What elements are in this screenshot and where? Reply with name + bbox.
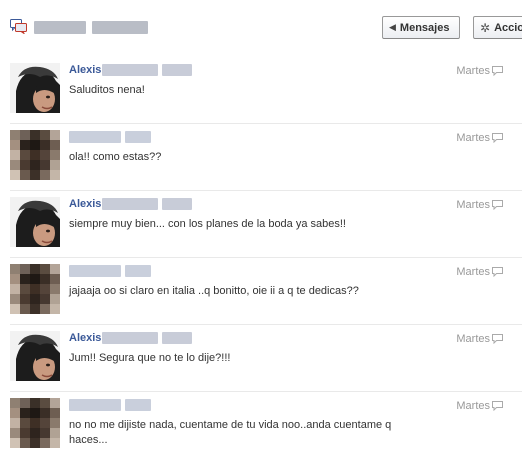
sender-surname-redacted	[162, 332, 193, 344]
sender-surname-redacted	[102, 198, 159, 210]
sender-surname-redacted	[102, 64, 159, 76]
message-item: ola!! como estas?? Martes	[0, 123, 522, 190]
back-to-messages-label: Mensajes	[399, 21, 450, 34]
messages-icon	[10, 19, 27, 35]
message-item: Alexis Jum!! Segura que no te lo dije?!!…	[0, 324, 522, 391]
sender-name-redacted[interactable]	[69, 265, 151, 277]
message-body: ola!! como estas??	[69, 151, 162, 163]
back-arrow-icon: ◀	[389, 22, 396, 32]
back-to-messages-button[interactable]: ◀ Mensajes	[382, 16, 460, 39]
message-divider	[10, 391, 522, 392]
sender-name-redacted[interactable]	[69, 399, 151, 411]
alexis-avatar[interactable]	[10, 63, 60, 113]
pixelated-avatar[interactable]	[10, 264, 60, 314]
conversation-header: ◀ Mensajes ✲ Acciones	[0, 0, 522, 56]
message-timestamp: Martes	[456, 400, 490, 412]
message-timestamp: Martes	[456, 65, 490, 77]
sender-name-redacted[interactable]	[69, 131, 151, 143]
actions-label: Acciones	[494, 21, 522, 34]
pixelated-avatar[interactable]	[10, 398, 60, 448]
reply-icon[interactable]	[492, 200, 503, 211]
message-divider	[10, 123, 522, 124]
message-timestamp: Martes	[456, 132, 490, 144]
message-divider	[10, 324, 522, 325]
sender-first-name[interactable]: Alexis	[69, 332, 101, 344]
sender-first-name[interactable]: Alexis	[69, 198, 101, 210]
sender-name[interactable]: Alexis	[69, 197, 193, 211]
sender-surname-redacted	[102, 332, 159, 344]
message-timestamp: Martes	[456, 266, 490, 278]
message-item: no no me dijiste nada, cuentame de tu vi…	[0, 391, 522, 458]
message-item: Alexis siempre muy bien... con los plane…	[0, 190, 522, 257]
conversation-participant-name-redacted	[34, 20, 148, 35]
message-body: siempre muy bien... con los planes de la…	[69, 218, 346, 230]
message-item: Alexis Saluditos nena! Martes	[0, 56, 522, 123]
message-timestamp: Martes	[456, 333, 490, 345]
sender-name[interactable]: Alexis	[69, 331, 193, 345]
alexis-avatar[interactable]	[10, 197, 60, 247]
sender-name[interactable]: Alexis	[69, 63, 193, 77]
reply-icon[interactable]	[492, 401, 503, 412]
pixelated-avatar[interactable]	[10, 130, 60, 180]
reply-icon[interactable]	[492, 267, 503, 278]
alexis-avatar[interactable]	[10, 331, 60, 381]
message-divider	[10, 257, 522, 258]
sender-first-name[interactable]: Alexis	[69, 64, 101, 76]
reply-icon[interactable]	[492, 66, 503, 77]
message-timestamp: Martes	[456, 199, 490, 211]
message-body: no no me dijiste nada, cuentame de tu vi…	[69, 419, 392, 446]
message-body: Saluditos nena!	[69, 84, 145, 96]
message-body: jajaaja oo si claro en italia ..q bonitt…	[69, 285, 359, 297]
message-divider	[10, 190, 522, 191]
reply-icon[interactable]	[492, 133, 503, 144]
sender-surname-redacted	[162, 64, 193, 76]
message-body: Jum!! Segura que no te lo dije?!!!	[69, 352, 231, 364]
actions-button[interactable]: ✲ Acciones	[473, 16, 522, 39]
message-item: jajaaja oo si claro en italia ..q bonitt…	[0, 257, 522, 324]
sender-surname-redacted	[162, 198, 193, 210]
gear-icon: ✲	[480, 20, 491, 35]
reply-icon[interactable]	[492, 334, 503, 345]
